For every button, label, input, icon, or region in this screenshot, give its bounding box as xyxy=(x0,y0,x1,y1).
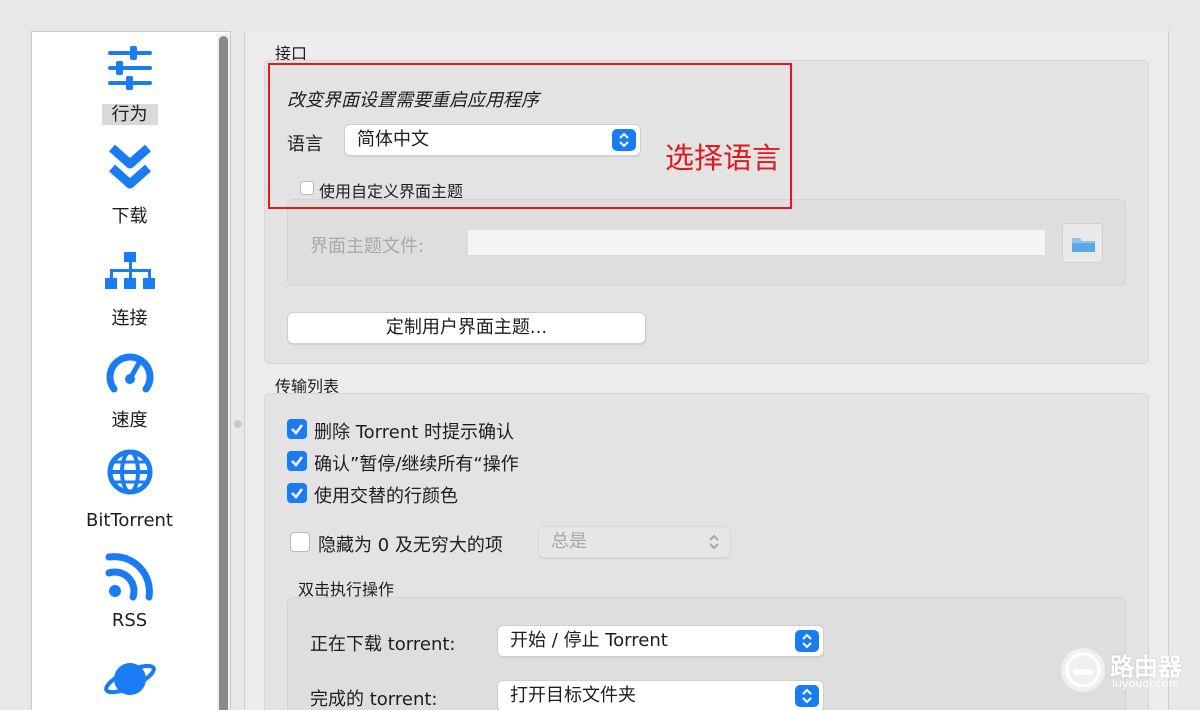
sidebar-item-label: RSS xyxy=(111,610,148,631)
checkmark-icon xyxy=(291,424,303,435)
theme-file-input[interactable] xyxy=(467,229,1046,256)
downloading-action-label: 正在下载 torrent: xyxy=(310,634,456,655)
sidebar-item-label: BitTorrent xyxy=(86,510,173,531)
customize-theme-button[interactable]: 定制用户界面主题... xyxy=(287,312,646,344)
completed-action-label: 完成的 torrent: xyxy=(310,689,438,710)
sidebar-item-label: 下载 xyxy=(111,206,148,227)
router-logo-icon xyxy=(1061,648,1105,692)
scrollbar-thumb[interactable] xyxy=(219,36,228,710)
splitter-handle[interactable] xyxy=(234,420,242,428)
select-stepper-icon xyxy=(702,531,726,553)
downloading-action-select[interactable]: 开始 / 停止 Torrent xyxy=(497,625,824,657)
hide-zero-select[interactable]: 总是 xyxy=(538,526,731,558)
sliders-icon xyxy=(108,46,152,90)
hide-zero-label: 隐藏为 0 及无穷大的项 xyxy=(318,535,503,556)
rss-icon xyxy=(105,553,153,601)
completed-action-select[interactable]: 打开目标文件夹 xyxy=(497,680,824,710)
theme-file-label: 界面主题文件: xyxy=(310,236,425,257)
select-stepper-icon xyxy=(795,685,819,707)
annotation-label: 选择语言 xyxy=(665,141,782,175)
checkmark-icon xyxy=(291,488,303,499)
select-stepper-icon xyxy=(795,630,819,652)
sidebar-item-label: 连接 xyxy=(111,308,148,329)
folder-icon xyxy=(1072,238,1095,252)
confirm-pause-label: 确认”暂停/继续所有“操作 xyxy=(314,454,519,475)
alt-row-colors-label: 使用交替的行颜色 xyxy=(314,486,458,507)
confirm-delete-label: 删除 Torrent 时提示确认 xyxy=(314,422,515,443)
confirm-delete-checkbox[interactable] xyxy=(287,419,307,439)
confirm-pause-checkbox[interactable] xyxy=(287,451,307,471)
downloading-action-value: 开始 / 停止 Torrent xyxy=(510,630,668,651)
completed-action-value: 打开目标文件夹 xyxy=(510,685,636,706)
sidebar-item-label: 速度 xyxy=(111,410,148,431)
checkmark-icon xyxy=(291,456,303,467)
watermark-subtext: luyouqi.com xyxy=(1112,677,1180,690)
hide-zero-checkbox[interactable] xyxy=(290,532,310,552)
sidebar-item-label: 行为 xyxy=(101,104,158,125)
globe-icon xyxy=(107,449,153,495)
alt-row-colors-checkbox[interactable] xyxy=(287,483,307,503)
network-tree-icon xyxy=(105,252,155,289)
speedometer-icon xyxy=(106,353,154,393)
window-titlebar xyxy=(0,0,1200,30)
double-chevron-down-icon xyxy=(109,144,151,189)
browse-folder-button[interactable] xyxy=(1062,223,1103,263)
hide-zero-select-value: 总是 xyxy=(551,531,587,552)
preferences-sidebar: 行为 下载 连接 速度 BitTorrent RSS xyxy=(31,31,231,710)
watermark: 路由器 luyouqi.com xyxy=(1058,645,1188,695)
sidebar-scrollbar[interactable] xyxy=(217,34,230,710)
planet-icon xyxy=(104,663,156,695)
